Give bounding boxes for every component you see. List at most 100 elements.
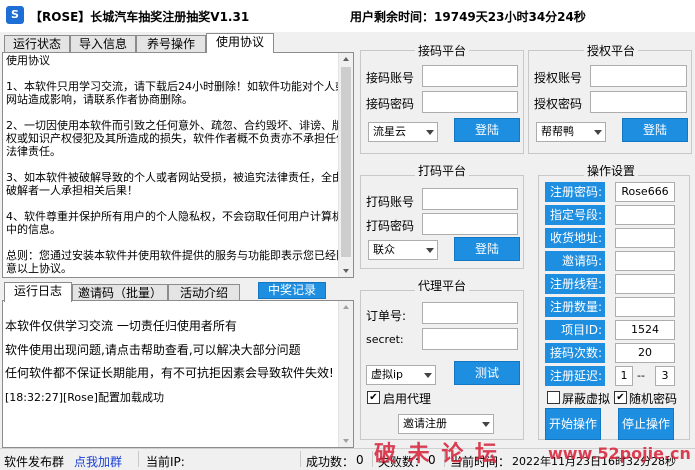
receive-platform-select[interactable]: 流星云: [368, 122, 438, 142]
app-title: 【ROSE】长城汽车抽奖注册抽奖V1.31: [30, 10, 250, 24]
watermark-url: www.52pojie.cn: [548, 444, 691, 463]
chevron-down-icon: [426, 130, 434, 135]
join-group-link[interactable]: 点我加群: [74, 453, 122, 470]
ops-settings-title: 操作设置: [584, 162, 639, 179]
agreement-text: 使用协议 1、本软件只用学习交流，请下载后24小时删除！如软件功能对个人或网站造…: [6, 54, 347, 274]
receive-times-field[interactable]: 20: [615, 343, 675, 363]
chevron-down-icon: [594, 130, 602, 135]
proxy-secret-label: secret:: [366, 333, 404, 346]
app-icon: S: [6, 6, 24, 24]
agreement-panel: 使用协议 1、本软件只用学习交流，请下载后24小时删除！如软件功能对个人或网站造…: [2, 52, 354, 278]
tab-agreement[interactable]: 使用协议: [206, 33, 274, 53]
proxy-order-input[interactable]: [422, 302, 518, 324]
watermark-text: 破 未 论 坛: [374, 442, 499, 467]
captcha-platform-title: 打码平台: [415, 162, 470, 179]
delay-max-field[interactable]: 3: [655, 366, 675, 386]
delay-separator: --: [637, 369, 645, 382]
log-line: 软件使用出现问题,请点击帮助查看,可以解决大部分问题: [5, 343, 301, 357]
invite-code-label: 邀请码:: [545, 251, 605, 271]
current-ip-label: 当前IP:: [146, 455, 185, 469]
auth-platform-title: 授权平台: [584, 42, 639, 59]
auth-platform-value: 帮帮鸭: [541, 125, 574, 138]
scroll-up-icon[interactable]: [343, 305, 349, 309]
shipping-address-field[interactable]: [615, 228, 675, 248]
auth-password-input[interactable]: [590, 91, 687, 113]
chevron-down-icon: [426, 248, 434, 253]
auth-platform-select[interactable]: 帮帮鸭: [536, 122, 606, 142]
receive-password-label: 接码密码: [366, 97, 415, 111]
captcha-login-button[interactable]: 登陆: [454, 237, 520, 261]
receive-times-label: 接码次数:: [545, 343, 605, 363]
proxy-mode-select[interactable]: 邀请注册: [398, 414, 494, 434]
auth-account-input[interactable]: [590, 65, 687, 87]
tab-run-log[interactable]: 运行日志: [4, 282, 72, 302]
register-password-label: 注册密码:: [545, 182, 605, 202]
receive-account-input[interactable]: [422, 65, 518, 87]
proxy-type-value: 虚拟ip: [371, 368, 404, 381]
scroll-thumb[interactable]: [341, 67, 351, 257]
agreement-scrollbar[interactable]: [338, 53, 353, 277]
chevron-down-icon: [424, 373, 432, 378]
register-count-label: 注册数量:: [545, 297, 605, 317]
receive-password-input[interactable]: [422, 91, 518, 113]
log-panel: 本软件仅供学习交流 一切责任归使用者所有 软件使用出现问题,请点击帮助查看,可以…: [2, 300, 354, 448]
success-count-value: 0: [356, 453, 364, 467]
receive-account-label: 接码账号: [366, 71, 415, 85]
number-prefix-field[interactable]: [615, 205, 675, 225]
status-divider: [372, 451, 373, 467]
register-delay-label: 注册延迟:: [545, 366, 605, 386]
register-count-field[interactable]: [615, 297, 675, 317]
stop-button[interactable]: 停止操作: [618, 408, 674, 440]
captcha-password-label: 打码密码: [366, 219, 415, 233]
proxy-enable-checkbox[interactable]: ✔: [367, 391, 380, 404]
proxy-test-button[interactable]: 测试: [454, 361, 520, 385]
prize-records-button[interactable]: 中奖记录: [258, 282, 326, 299]
block-virtual-checkbox[interactable]: [547, 391, 560, 404]
tab-account-nurture[interactable]: 养号操作: [136, 35, 206, 53]
status-divider: [138, 451, 139, 467]
remaining-time: 用户剩余时间：19749天23小时34分24秒: [350, 8, 586, 25]
tab-import-info[interactable]: 导入信息: [70, 35, 136, 53]
register-threads-field[interactable]: [615, 274, 675, 294]
auth-password-label: 授权密码: [534, 97, 583, 111]
tab-run-status[interactable]: 运行状态: [4, 35, 70, 53]
scroll-down-icon[interactable]: [343, 439, 349, 443]
invite-code-field[interactable]: [615, 251, 675, 271]
scroll-down-icon[interactable]: [343, 269, 349, 273]
success-count-label: 成功数：: [306, 455, 355, 469]
captcha-password-input[interactable]: [422, 213, 518, 235]
log-scrollbar[interactable]: [338, 301, 353, 447]
number-prefix-label: 指定号段:: [545, 205, 605, 225]
auth-login-button[interactable]: 登陆: [622, 118, 688, 142]
scroll-up-icon[interactable]: [343, 57, 349, 61]
chevron-down-icon: [482, 422, 490, 427]
log-line: 任何软件都不保证长期能用，有不可抗拒因素会导致软件失效!: [5, 366, 334, 380]
random-password-label: 随机密码: [629, 392, 678, 406]
receive-platform-title: 接码平台: [415, 42, 470, 59]
random-password-checkbox[interactable]: ✔: [614, 391, 627, 404]
captcha-account-label: 打码账号: [366, 195, 415, 209]
captcha-platform-value: 联众: [373, 243, 395, 256]
log-line: [18:32:27][Rose]配置加载成功: [5, 391, 164, 404]
shipping-address-label: 收货地址:: [545, 228, 605, 248]
project-id-field[interactable]: 1524: [615, 320, 675, 340]
remaining-time-label: 用户剩余时间：: [350, 10, 435, 24]
block-virtual-label: 屏蔽虚拟: [562, 392, 611, 406]
check-icon: ✔: [369, 392, 378, 403]
auth-account-label: 授权账号: [534, 71, 583, 85]
start-button[interactable]: 开始操作: [545, 408, 601, 440]
publish-group-label: 软件发布群: [4, 455, 65, 469]
register-threads-label: 注册线程:: [545, 274, 605, 294]
receive-platform-value: 流星云: [373, 125, 406, 138]
receive-login-button[interactable]: 登陆: [454, 118, 520, 142]
proxy-mode-value: 邀请注册: [403, 417, 447, 430]
delay-min-field[interactable]: 1: [615, 366, 633, 386]
captcha-platform-select[interactable]: 联众: [368, 240, 438, 260]
proxy-type-select[interactable]: 虚拟ip: [366, 365, 436, 385]
title-bar: S 【ROSE】长城汽车抽奖注册抽奖V1.31 用户剩余时间：19749天23小…: [0, 0, 695, 32]
status-divider: [300, 451, 301, 467]
register-password-field[interactable]: Rose666: [615, 182, 675, 202]
proxy-order-label: 订单号:: [366, 309, 407, 323]
proxy-secret-input[interactable]: [422, 328, 518, 350]
captcha-account-input[interactable]: [422, 188, 518, 210]
